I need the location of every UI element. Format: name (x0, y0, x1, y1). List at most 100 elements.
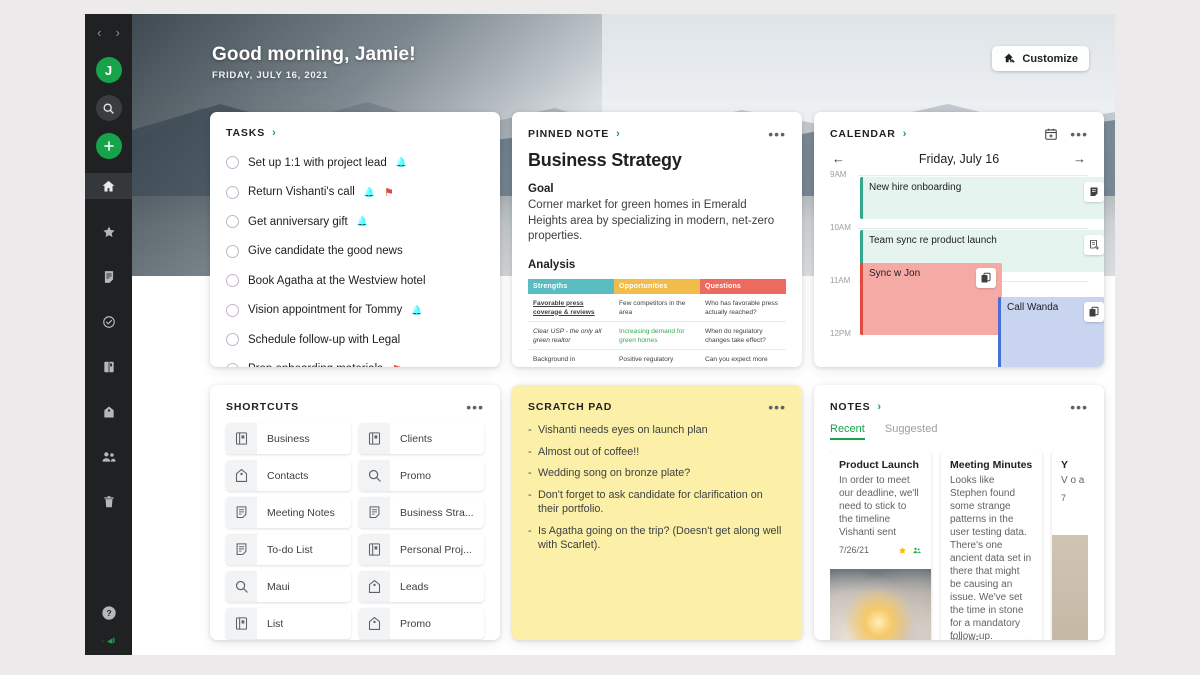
task-checkbox[interactable] (226, 215, 239, 228)
scratch-pad-text: Don't forget to ask candidate for clarif… (538, 488, 786, 517)
notes-tab-recent[interactable]: Recent (830, 423, 865, 440)
chevron-right-icon[interactable]: › (272, 127, 276, 139)
sidebar-item-starred[interactable] (85, 220, 132, 244)
chevron-right-icon[interactable]: › (903, 128, 907, 140)
task-checkbox[interactable] (226, 156, 239, 169)
task-row[interactable]: Set up 1:1 with project lead🔔 (226, 148, 484, 178)
shortcut-icon-wrap (359, 534, 390, 565)
task-label: Book Agatha at the Westview hotel (248, 275, 426, 287)
scratch-pad-line: - Don't forget to ask candidate for clar… (528, 488, 786, 517)
task-row[interactable]: Return Vishanti's call🔔⚑ (226, 178, 484, 208)
calendar-event[interactable]: Sync w Jon (860, 263, 1002, 335)
calendar-next-button[interactable]: → (1073, 151, 1086, 166)
calendar-menu[interactable]: ••• (1070, 127, 1088, 141)
note-plus-icon (1088, 239, 1100, 251)
task-row[interactable]: Schedule follow-up with Legal (226, 325, 484, 355)
swot-row: Clear USP - the only all green realtorIn… (528, 321, 786, 349)
task-checkbox[interactable] (226, 245, 239, 258)
shortcut-item[interactable]: Meeting Notes (226, 497, 351, 528)
calendar-event[interactable]: New hire onboarding (860, 177, 1104, 219)
shortcut-item[interactable]: To-do List (226, 534, 351, 565)
calendar-plus-icon[interactable] (1044, 127, 1058, 141)
note-card[interactable]: Product Launch In order to meet our dead… (830, 450, 931, 640)
tag-icon (367, 579, 382, 594)
notes-tab-suggested[interactable]: Suggested (885, 423, 938, 440)
chevron-right-icon[interactable]: › (877, 401, 881, 413)
search-button[interactable] (96, 95, 122, 121)
calendar-event-icon-button[interactable] (1084, 302, 1104, 322)
shortcut-item[interactable]: Business Stra... (359, 497, 484, 528)
sidebar-item-archive[interactable] (85, 355, 132, 379)
notes-menu[interactable]: ••• (1070, 400, 1088, 414)
shortcut-item[interactable]: Contacts (226, 460, 351, 491)
search-icon (367, 468, 382, 483)
note-heading: Business Strategy (528, 150, 786, 171)
task-checkbox[interactable] (226, 304, 239, 317)
task-checkbox[interactable] (226, 363, 239, 367)
note-icon (102, 270, 116, 284)
calendar-nav: ← Friday, July 16 → (830, 150, 1088, 175)
page-title: Good morning, Jamie! (212, 44, 416, 66)
note-card[interactable]: Meeting Minutes Looks like Stephen found… (941, 450, 1042, 640)
shortcut-label: Meeting Notes (257, 507, 335, 519)
sidebar-item-tasks[interactable] (85, 310, 132, 334)
scratch-pad-menu[interactable]: ••• (768, 400, 786, 414)
task-row[interactable]: Get anniversary gift🔔 (226, 207, 484, 237)
task-checkbox[interactable] (226, 186, 239, 199)
task-label: Return Vishanti's call (248, 186, 355, 198)
shortcut-item[interactable]: Clients (359, 423, 484, 454)
shortcut-item[interactable]: Business (226, 423, 351, 454)
task-checkbox[interactable] (226, 333, 239, 346)
note-card[interactable]: Y V o a 7 (1052, 450, 1088, 640)
customize-button[interactable]: Customize (992, 46, 1089, 71)
sidebar-item-tags[interactable] (85, 400, 132, 424)
avatar[interactable]: J (96, 57, 122, 83)
sidebar-item-shared[interactable] (85, 445, 132, 469)
note-icon (234, 505, 249, 520)
notebook-icon (234, 616, 249, 631)
forward-button[interactable]: › (116, 26, 120, 39)
shortcut-item[interactable]: List (226, 608, 351, 639)
calendar-prev-button[interactable]: ← (832, 151, 845, 166)
shortcut-item[interactable]: Maui (226, 571, 351, 602)
horn-icon[interactable] (100, 633, 118, 647)
shortcut-label: Business (257, 433, 310, 445)
pinned-note-title: PINNED NOTE (528, 128, 609, 140)
task-row[interactable]: Book Agatha at the Westview hotel (226, 266, 484, 296)
task-row[interactable]: Prep onboarding materials⚑ (226, 355, 484, 368)
tag-icon (234, 468, 249, 483)
calendar-event[interactable]: Call Wanda (998, 297, 1104, 367)
calendar-event-icon-button[interactable] (976, 268, 996, 288)
task-row[interactable]: Vision appointment for Tommy🔔 (226, 296, 484, 326)
shortcut-label: List (257, 618, 283, 630)
back-button[interactable]: ‹ (97, 26, 101, 39)
notes-title: NOTES (830, 401, 870, 413)
calendar-event-icon-button[interactable] (1084, 235, 1104, 255)
pinned-note-menu[interactable]: ••• (768, 127, 786, 141)
swot-body: Favorable press coverage & reviewsFew co… (528, 294, 786, 368)
sidebar-item-notes[interactable] (85, 265, 132, 289)
swot-table: StrengthsOpportunitiesQuestions Favorabl… (528, 279, 786, 368)
shortcut-item[interactable]: Leads (359, 571, 484, 602)
sidebar-item-home[interactable] (85, 173, 132, 199)
scratch-pad-card[interactable]: SCRATCH PAD ••• - Vishanti needs eyes on… (512, 385, 802, 640)
chevron-right-icon[interactable]: › (616, 128, 620, 140)
shortcut-item[interactable]: Promo (359, 460, 484, 491)
shortcut-item[interactable]: Promo (359, 608, 484, 639)
analysis-heading: Analysis (528, 259, 786, 271)
scratch-pad-lines[interactable]: - Vishanti needs eyes on launch plan- Al… (528, 423, 786, 553)
calendar-header: CALENDAR › ••• (830, 127, 1088, 141)
sidebar-item-trash[interactable] (85, 490, 132, 514)
calendar-header-icons: ••• (1044, 127, 1088, 141)
add-button[interactable] (96, 133, 122, 159)
calendar-event-icon-button[interactable] (1084, 182, 1104, 202)
shortcut-label: To-do List (257, 544, 313, 556)
task-row[interactable]: Give candidate the good news (226, 237, 484, 267)
shortcut-item[interactable]: Personal Proj... (359, 534, 484, 565)
note-card-date: 7 (1061, 493, 1066, 503)
customize-label: Customize (1022, 53, 1078, 65)
task-checkbox[interactable] (226, 274, 239, 287)
star-icon (898, 546, 907, 555)
help-icon[interactable]: ? (101, 605, 117, 621)
shortcuts-menu[interactable]: ••• (466, 400, 484, 414)
